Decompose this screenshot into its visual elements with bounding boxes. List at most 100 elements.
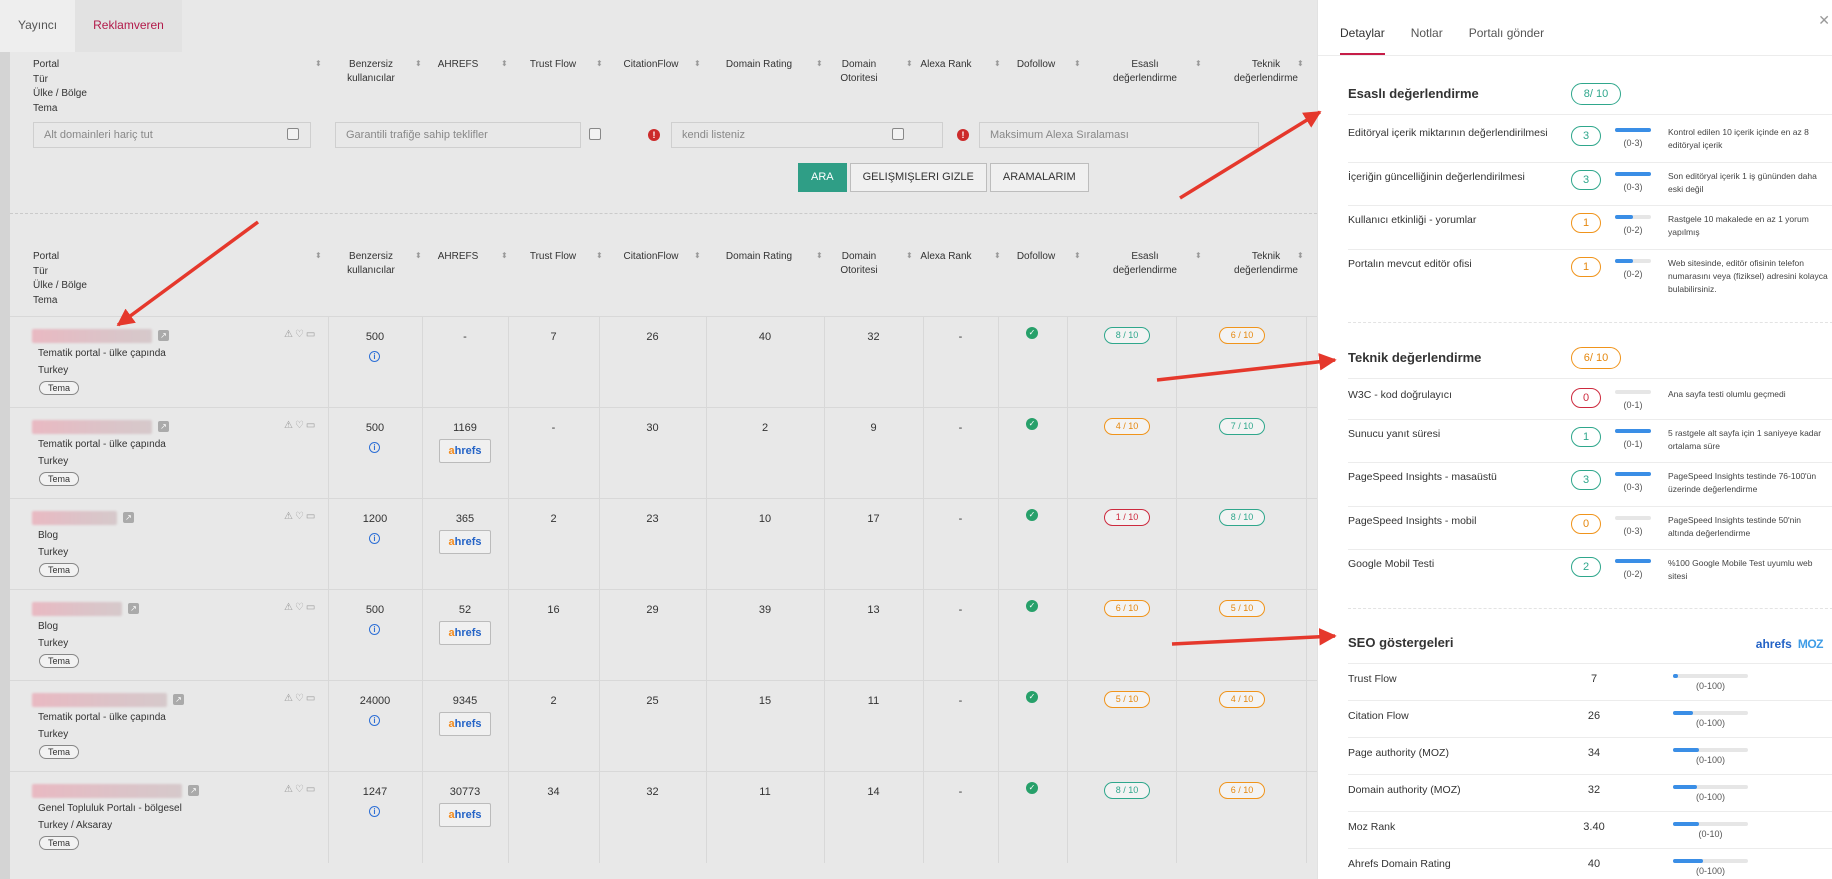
tema-badge[interactable]: Tema (39, 381, 80, 395)
hide-advanced-button[interactable]: GELIŞMIŞLERI GIZLE (849, 163, 987, 192)
teknik-score-pill[interactable]: 7 / 10 (1219, 418, 1265, 435)
teknik-score-pill[interactable]: 5 / 10 (1219, 600, 1265, 617)
sort-icon[interactable]: ⬍ (501, 59, 508, 68)
max-alexa-input[interactable]: Maksimum Alexa Sıralaması (979, 122, 1259, 148)
redacted-portal-name[interactable] (32, 329, 152, 343)
sort-icon[interactable]: ⬍ (1074, 59, 1081, 68)
external-link-icon[interactable]: ↗ (158, 421, 169, 432)
tab-submit-portal[interactable]: Portalı gönder (1469, 0, 1544, 55)
column-header-ahrefs[interactable]: AHREFS (428, 250, 488, 264)
table-row[interactable]: ↗ Tematik portal - ülke çapında Turkey Tema… (10, 407, 1317, 499)
external-link-icon[interactable]: ↗ (188, 785, 199, 796)
info-icon[interactable]: i (369, 624, 380, 635)
sort-icon[interactable]: ⬍ (816, 59, 823, 68)
teknik-score-pill[interactable]: 4 / 10 (1219, 691, 1265, 708)
redacted-portal-name[interactable] (32, 511, 117, 525)
column-header-dofollow[interactable]: Dofollow (1006, 250, 1066, 264)
tema-badge[interactable]: Tema (39, 472, 80, 486)
column-header-unique-users[interactable]: Benzersiz kullanıcılar (341, 250, 401, 278)
esasli-score-pill[interactable]: 5 / 10 (1104, 691, 1150, 708)
info-icon[interactable]: i (369, 351, 380, 362)
esasli-score-pill[interactable]: 6 / 10 (1104, 600, 1150, 617)
row-action-icons[interactable]: ⚠♡▭ (284, 511, 317, 522)
ahrefs-logo-button[interactable]: ahrefs (439, 712, 491, 736)
column-header-citation-flow[interactable]: CitationFlow (611, 250, 691, 264)
row-action-icons[interactable]: ⚠♡▭ (284, 693, 317, 704)
column-header-portal[interactable]: Portal Tür Ülke / Bölge Tema (33, 250, 263, 308)
redacted-portal-name[interactable] (32, 693, 167, 707)
ahrefs-logo-button[interactable]: ahrefs (439, 530, 491, 554)
sort-icon[interactable]: ⬍ (694, 59, 701, 68)
ahrefs-logo-button[interactable]: ahrefs (439, 439, 491, 463)
column-header-teknik[interactable]: Teknik değerlendirme (1226, 58, 1306, 86)
column-header-domain-authority[interactable]: Domain Otoritesi (827, 250, 891, 278)
sort-icon[interactable]: ⬍ (816, 251, 823, 260)
column-header-ahrefs[interactable]: AHREFS (428, 58, 488, 72)
traffic-filter[interactable]: Garantili trafiğe sahip teklifler (335, 122, 581, 148)
sort-icon[interactable]: ⬍ (906, 59, 913, 68)
teknik-score-pill[interactable]: 6 / 10 (1219, 327, 1265, 344)
column-header-domain-rating[interactable]: Domain Rating (719, 250, 799, 264)
sort-icon[interactable]: ⬍ (1297, 251, 1304, 260)
table-row[interactable]: ↗ Tematik portal - ülke çapında Turkey Tema… (10, 316, 1317, 408)
tab-details[interactable]: Detaylar (1340, 0, 1385, 55)
row-action-icons[interactable]: ⚠♡▭ (284, 602, 317, 613)
ahrefs-logo-button[interactable]: ahrefs (439, 621, 491, 645)
tab-advertiser[interactable]: Reklamveren (75, 0, 182, 52)
table-row[interactable]: ↗ Blog Turkey Tema ⚠♡▭ 500 i 52 ahrefs 16 29 39 13 - ✓… (10, 589, 1317, 681)
ahrefs-logo-button[interactable]: ahrefs (439, 803, 491, 827)
sort-icon[interactable]: ⬍ (596, 59, 603, 68)
external-link-icon[interactable]: ↗ (173, 694, 184, 705)
column-header-citation-flow[interactable]: CitationFlow (611, 58, 691, 72)
column-header-unique-users[interactable]: Benzersiz kullanıcılar (341, 58, 401, 86)
sort-icon[interactable]: ⬍ (1195, 251, 1202, 260)
column-header-trust-flow[interactable]: Trust Flow (523, 250, 583, 264)
sort-icon[interactable]: ⬍ (1297, 59, 1304, 68)
esasli-score-pill[interactable]: 4 / 10 (1104, 418, 1150, 435)
sort-icon[interactable]: ⬍ (1074, 251, 1081, 260)
esasli-score-pill[interactable]: 8 / 10 (1104, 327, 1150, 344)
sort-icon[interactable]: ⬍ (1195, 59, 1202, 68)
column-header-domain-authority[interactable]: Domain Otoritesi (827, 58, 891, 86)
sort-icon[interactable]: ⬍ (694, 251, 701, 260)
tab-notes[interactable]: Notlar (1411, 0, 1443, 55)
esasli-score-pill[interactable]: 8 / 10 (1104, 782, 1150, 799)
sort-icon[interactable]: ⬍ (994, 251, 1001, 260)
subdomains-filter[interactable]: Alt domainleri hariç tut (33, 122, 311, 148)
row-action-icons[interactable]: ⚠♡▭ (284, 420, 317, 431)
tema-badge[interactable]: Tema (39, 563, 80, 577)
external-link-icon[interactable]: ↗ (128, 603, 139, 614)
search-button[interactable]: ARA (798, 163, 847, 192)
info-icon[interactable]: i (369, 806, 380, 817)
external-link-icon[interactable]: ↗ (158, 330, 169, 341)
column-header-teknik[interactable]: Teknik değerlendirme (1226, 250, 1306, 278)
tema-badge[interactable]: Tema (39, 745, 80, 759)
column-header-portal[interactable]: Portal Tür Ülke / Bölge Tema (33, 58, 263, 116)
info-icon[interactable]: i (369, 442, 380, 453)
esasli-score-pill[interactable]: 1 / 10 (1104, 509, 1150, 526)
close-icon[interactable]: ✕ (1818, 12, 1830, 29)
traffic-checkbox[interactable] (589, 128, 601, 140)
sort-icon[interactable]: ⬍ (415, 59, 422, 68)
teknik-score-pill[interactable]: 6 / 10 (1219, 782, 1265, 799)
sort-icon[interactable]: ⬍ (415, 251, 422, 260)
teknik-score-pill[interactable]: 8 / 10 (1219, 509, 1265, 526)
sort-icon[interactable]: ⬍ (315, 251, 322, 260)
column-header-domain-rating[interactable]: Domain Rating (719, 58, 799, 72)
sort-icon[interactable]: ⬍ (906, 251, 913, 260)
tema-badge[interactable]: Tema (39, 836, 80, 850)
column-header-esasli[interactable]: Esaslı değerlendirme (1105, 58, 1185, 86)
info-icon[interactable]: i (369, 533, 380, 544)
subdomains-checkbox[interactable] (287, 128, 299, 140)
own-list-checkbox[interactable] (892, 128, 904, 140)
table-row[interactable]: ↗ Tematik portal - ülke çapında Turkey Tema… (10, 680, 1317, 772)
sort-icon[interactable]: ⬍ (315, 59, 322, 68)
row-action-icons[interactable]: ⚠♡▭ (284, 329, 317, 340)
tab-publisher[interactable]: Yayıncı (0, 0, 76, 52)
my-searches-button[interactable]: ARAMALARIM (989, 163, 1089, 192)
redacted-portal-name[interactable] (32, 784, 182, 798)
external-link-icon[interactable]: ↗ (123, 512, 134, 523)
column-header-esasli[interactable]: Esaslı değerlendirme (1105, 250, 1185, 278)
tema-badge[interactable]: Tema (39, 654, 80, 668)
sort-icon[interactable]: ⬍ (596, 251, 603, 260)
